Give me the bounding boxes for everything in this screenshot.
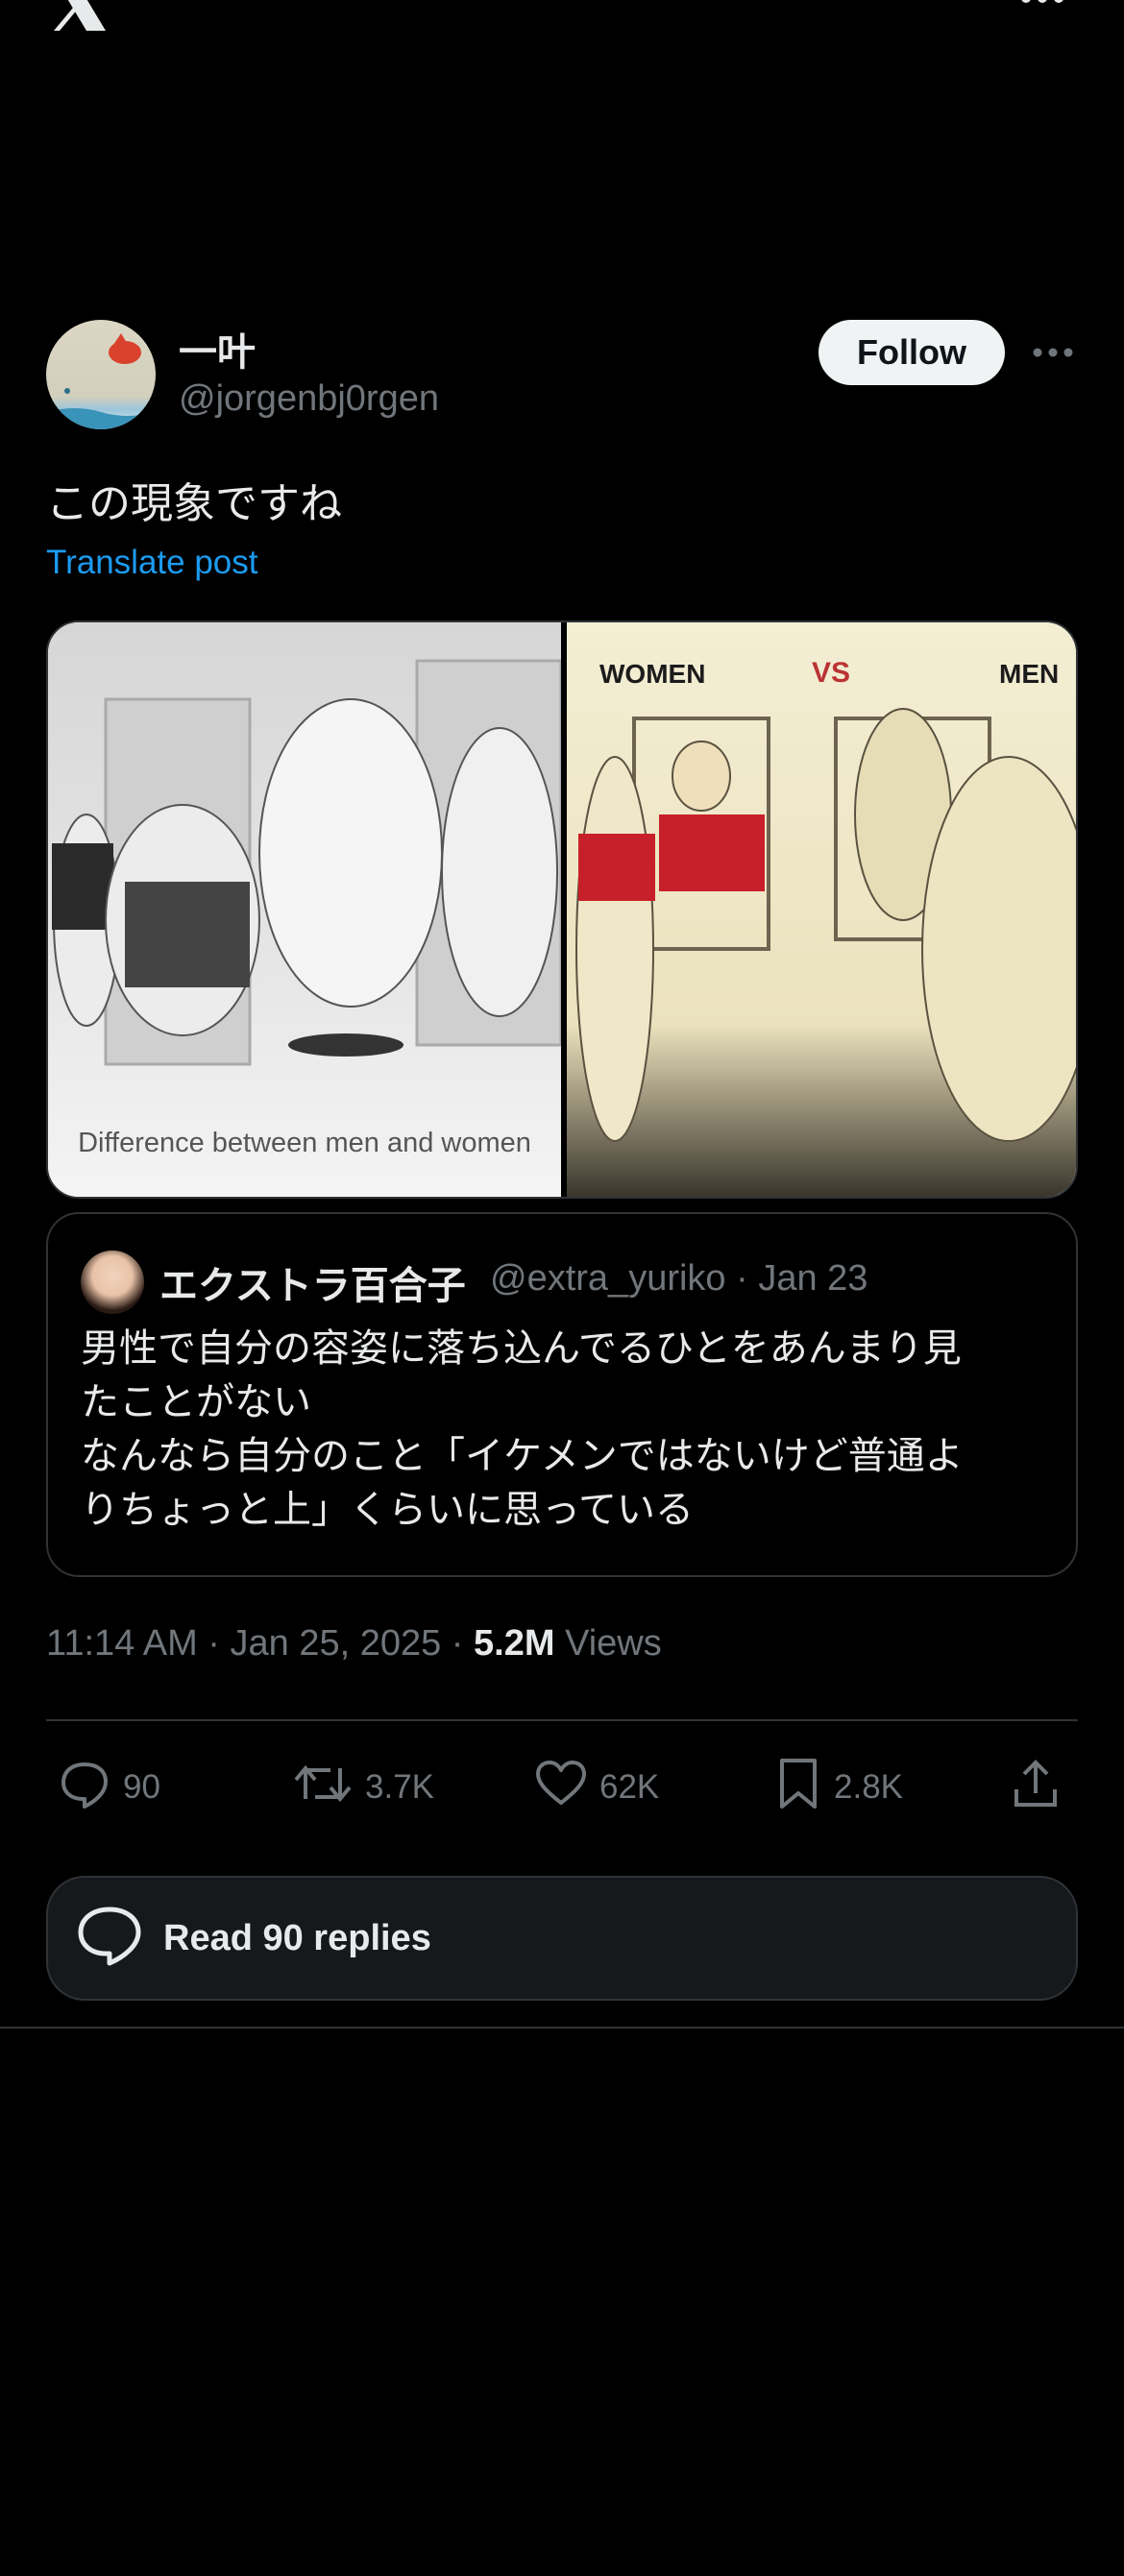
read-replies-label: Read 90 replies <box>163 1917 431 1958</box>
divider <box>46 1719 1078 1721</box>
media-image-right[interactable]: WOMEN VS MEN <box>567 622 1076 1197</box>
bookmark-button[interactable]: 2.8K <box>774 1756 903 1819</box>
post-timestamp: 11:14 AM · Jan 25, 2025 · 5.2M Views <box>46 1623 662 1665</box>
quoted-author-handle[interactable]: @extra_yuriko · Jan 23 <box>490 1258 867 1300</box>
bottom-divider <box>0 2027 1124 2029</box>
reply-icon <box>58 1757 111 1819</box>
quoted-avatar[interactable] <box>81 1251 144 1314</box>
reply-button[interactable]: 90 <box>58 1756 160 1819</box>
reply-bubble-icon <box>75 1904 144 1974</box>
follow-button[interactable]: Follow <box>819 320 1005 385</box>
quoted-post[interactable]: エクストラ百合子 @extra_yuriko · Jan 23 男性で自分の容姿… <box>46 1212 1078 1577</box>
repost-button[interactable]: 3.7K <box>292 1756 434 1819</box>
share-icon <box>1009 1757 1063 1819</box>
action-bar: 90 3.7K 62K 2.8K <box>46 1756 1078 1819</box>
quoted-author-name[interactable]: エクストラ百合子 <box>159 1254 466 1310</box>
post-more-icon[interactable] <box>1030 338 1076 367</box>
bookmark-count: 2.8K <box>834 1768 903 1806</box>
avatar[interactable] <box>46 320 156 429</box>
x-logo-icon[interactable] <box>46 0 111 33</box>
post-media[interactable]: Difference between men and women WOMEN V… <box>46 620 1078 1199</box>
views-label: Views <box>565 1623 662 1664</box>
men-label: MEN <box>999 659 1060 689</box>
women-label: WOMEN <box>599 659 706 689</box>
reply-count: 90 <box>123 1768 160 1806</box>
repost-icon <box>292 1757 354 1819</box>
post-text: この現象ですね <box>46 480 342 527</box>
repost-count: 3.7K <box>365 1768 434 1806</box>
read-replies-button[interactable]: Read 90 replies <box>46 1876 1078 2001</box>
post-time: 11:14 AM · Jan 25, 2025 · <box>46 1623 475 1664</box>
media-image-left[interactable]: Difference between men and women <box>48 622 561 1197</box>
author-handle[interactable]: @jorgenbj0rgen <box>179 378 439 420</box>
share-button[interactable] <box>1009 1756 1063 1819</box>
more-horizontal-icon[interactable] <box>1018 0 1066 15</box>
media-left-caption: Difference between men and women <box>78 1128 531 1158</box>
vs-label: VS <box>812 657 851 689</box>
like-count: 62K <box>599 1768 660 1806</box>
quoted-post-text: 男性で自分の容姿に落ち込んでるひとをあんまり見 たことがない なんなら自分のこと… <box>81 1327 964 1531</box>
like-button[interactable]: 62K <box>534 1756 659 1819</box>
author-display-name[interactable]: 一叶 <box>179 321 256 377</box>
translate-post-link[interactable]: Translate post <box>46 544 257 582</box>
bookmark-icon <box>774 1757 822 1819</box>
views-count: 5.2M <box>474 1623 555 1664</box>
heart-icon <box>534 1757 588 1819</box>
